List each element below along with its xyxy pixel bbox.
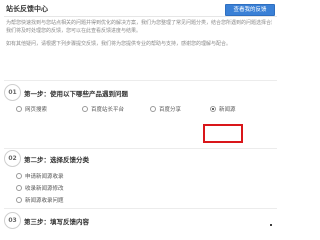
step-1-section: 01 第一步：使用以下哪些产品遇到问题 网页搜索 百度站长平台 百度分享 新闻源 [4,84,277,117]
step-title: 第一步：使用以下哪些产品遇到问题 [24,90,128,98]
radio-button[interactable] [16,173,22,179]
option-baidu-share[interactable]: 百度分享 [150,105,181,113]
radio-button[interactable] [16,197,22,203]
radio-button[interactable] [16,106,22,112]
feedback-page: 站长反馈中心 查看我的反馈 为帮您快速找到与您站点相关的问题并得到优化的解决方案… [0,0,281,233]
intro-line: 为帮您快速找到与您站点相关的问题并得到优化的解决方案，我们为您整理了常见问题分类… [6,20,272,26]
option-label: 百度站长平台 [91,107,125,113]
section-divider [4,148,277,149]
intro-line: 如有其他疑问，请根据下列步骤提交反馈，我们将为您提供专业的帮助与支持，感谢您的理… [6,41,232,47]
product-options: 网页搜索 百度站长平台 百度分享 新闻源 [4,105,277,117]
page-title: 站长反馈中心 [6,5,48,13]
option-news-inclusion-issue[interactable]: 新闻源收录问题 [16,196,277,204]
step-title: 第三步：填写反馈内容 [24,218,89,226]
radio-button[interactable] [82,106,88,112]
option-modify-news-inclusion[interactable]: 收录新闻源修改 [16,184,277,192]
page-header: 站长反馈中心 查看我的反馈 [4,3,277,17]
option-webmaster-platform[interactable]: 百度站长平台 [82,105,124,113]
view-my-feedback-button[interactable]: 查看我的反馈 [225,4,275,16]
option-web-search[interactable]: 网页搜索 [16,105,47,113]
section-divider [4,208,277,209]
option-label: 收录新闻源修改 [25,186,64,192]
radio-button[interactable] [16,185,22,191]
option-label: 百度分享 [159,107,182,113]
step-number-badge: 01 [4,84,21,101]
step-number-badge: 02 [4,150,21,167]
step-3-header: 03 第三步：填写反馈内容 [4,212,277,230]
radio-button-selected[interactable] [210,106,216,112]
step-title: 第二步：选择反馈分类 [24,156,89,164]
highlight-annotation-box [203,124,243,143]
option-label: 新闻源 [219,107,236,113]
step-2-section: 02 第二步：选择反馈分类 申请新闻源收录 收录新闻源修改 新闻源收录问题 [4,150,277,208]
step-1-header: 01 第一步：使用以下哪些产品遇到问题 [4,84,277,102]
step-2-header: 02 第二步：选择反馈分类 [4,150,277,168]
step-3-section: 03 第三步：填写反馈内容 [4,212,277,230]
stray-dot [270,224,272,226]
option-label: 申请新闻源收录 [25,174,64,180]
intro-line: 我们将及时处理您的反馈，您可以在此查看反馈进度与结果。 [6,28,142,34]
section-divider [4,80,277,81]
option-news-source[interactable]: 新闻源 [210,105,236,113]
option-label: 网页搜索 [25,107,48,113]
radio-button[interactable] [150,106,156,112]
option-label: 新闻源收录问题 [25,198,64,204]
intro-text: 为帮您快速找到与您站点相关的问题并得到优化的解决方案，我们为您整理了常见问题分类… [6,19,272,48]
category-options: 申请新闻源收录 收录新闻源修改 新闻源收录问题 [4,172,277,204]
step-number-badge: 03 [4,212,21,229]
option-apply-news-inclusion[interactable]: 申请新闻源收录 [16,172,277,180]
